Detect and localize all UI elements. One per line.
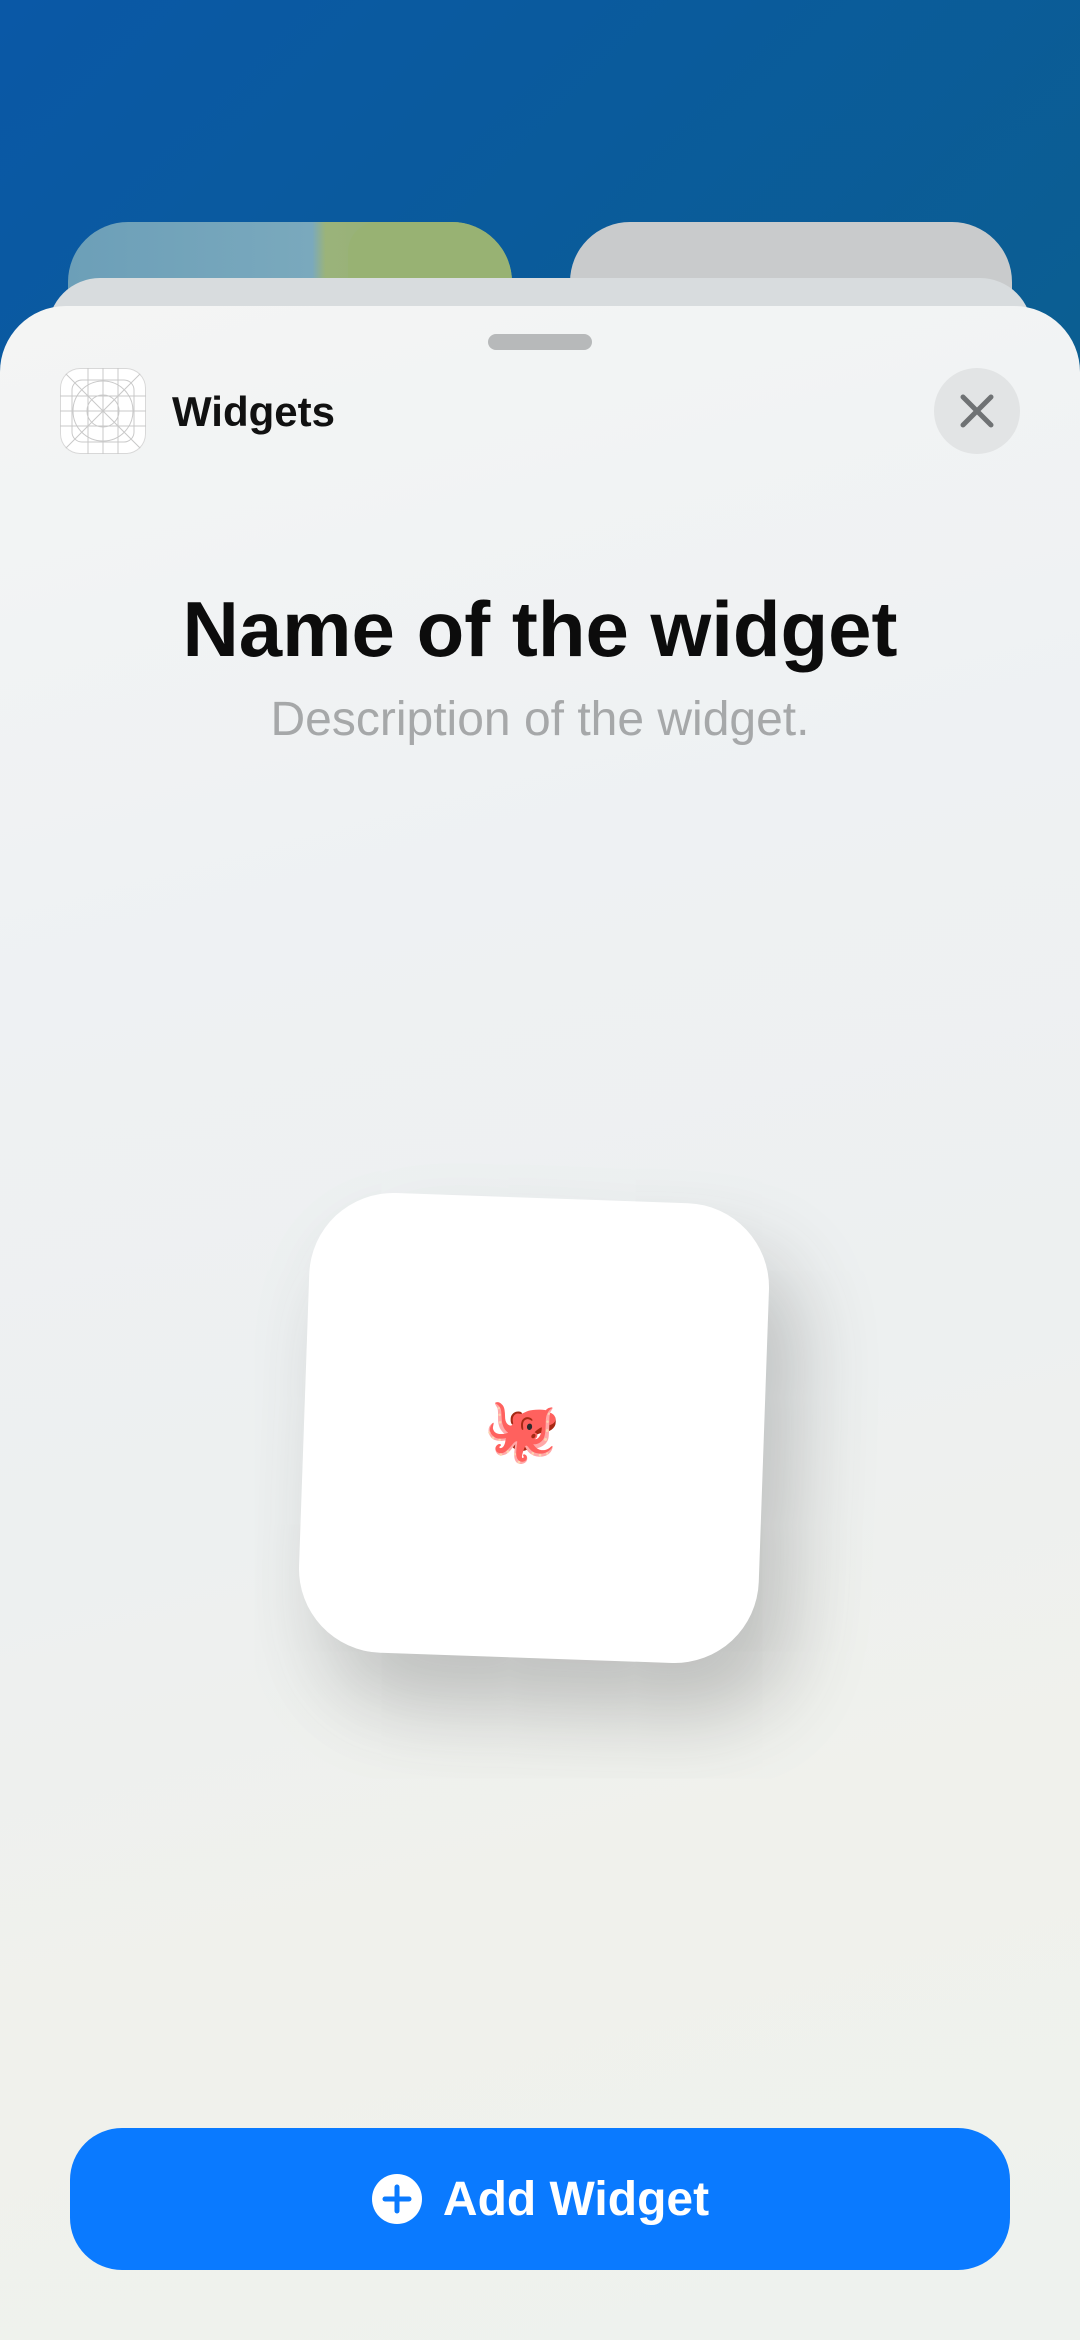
app-icon-grid-graphic bbox=[60, 368, 146, 454]
close-icon bbox=[960, 394, 994, 428]
plus-circle-icon bbox=[371, 2174, 422, 2224]
widget-title: Name of the widget bbox=[182, 585, 898, 673]
app-name: Widgets bbox=[172, 388, 335, 435]
widget-description: Description of the widget. bbox=[270, 693, 810, 746]
widget-sheet: Widgets Name of the widget Description o… bbox=[0, 306, 1080, 2340]
close-button[interactable] bbox=[934, 368, 1020, 454]
add-widget-label: Add Widget bbox=[442, 2172, 710, 2226]
app-icon bbox=[60, 368, 146, 454]
add-widget-button[interactable]: Add Widget bbox=[70, 2128, 1010, 2270]
sheet-grabber[interactable] bbox=[488, 334, 592, 350]
widget-preview[interactable]: 🐙 bbox=[296, 1190, 772, 1666]
octopus-icon: 🐙 bbox=[482, 1395, 562, 1467]
